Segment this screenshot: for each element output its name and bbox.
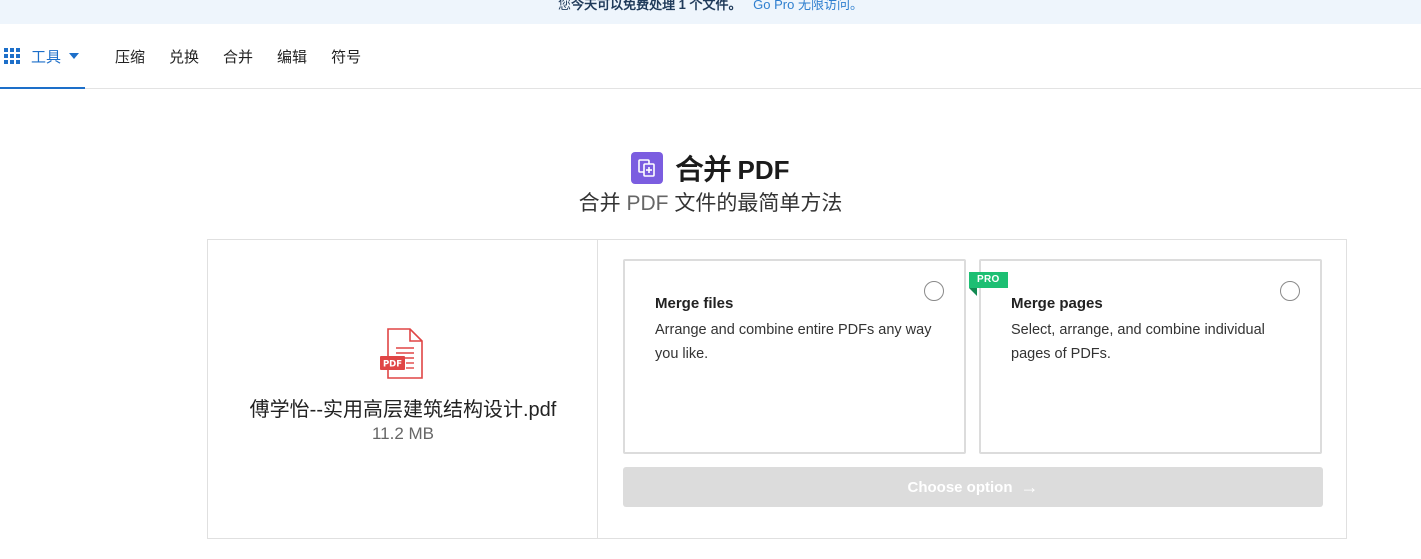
- go-pro-link[interactable]: Go Pro 无限访问。: [753, 0, 863, 12]
- apps-grid-icon: [4, 48, 20, 64]
- nav-item-compress[interactable]: 压缩: [103, 46, 157, 67]
- top-banner: 您今天可以免费处理 1 个文件。 Go Pro 无限访问。: [0, 0, 1421, 24]
- nav-item-sign[interactable]: 符号: [319, 46, 373, 67]
- page-subtitle: 合并 PDF 文件的最简单方法: [578, 192, 843, 215]
- pdf-file-icon: PDF: [380, 328, 424, 380]
- title-text: 合并 PDF: [675, 154, 790, 185]
- choose-option-label: Choose option: [907, 478, 1013, 496]
- file-name: 傅学怡--实用高层建筑结构设计.pdf: [249, 399, 557, 421]
- merge-pages-description: Select, arrange, and combine individual …: [1011, 322, 1265, 362]
- page-title: 合并 PDF: [0, 148, 1421, 188]
- nav-item-merge[interactable]: 合并: [211, 46, 265, 67]
- tools-menu[interactable]: 工具: [0, 24, 85, 89]
- choose-option-button[interactable]: Choose option →: [623, 467, 1323, 507]
- merge-files-radio[interactable]: [924, 281, 944, 301]
- caret-down-icon: [69, 53, 80, 59]
- merge-pages-title: Merge pages: [1011, 295, 1103, 312]
- merge-pages-radio[interactable]: [1280, 281, 1300, 301]
- pro-badge: PRO: [969, 272, 1008, 296]
- merge-files-title: Merge files: [655, 295, 734, 312]
- banner-text: 您今天可以免费处理 1 个文件。: [558, 0, 742, 12]
- merge-files-description: Arrange and combine entire PDFs any way …: [655, 322, 932, 362]
- file-panel: PDF 傅学怡--实用高层建筑结构设计.pdf 11.2 MB: [208, 240, 598, 538]
- option-merge-pages[interactable]: PRO Merge pages Select, arrange, and com…: [969, 259, 1322, 454]
- merge-card: PDF 傅学怡--实用高层建筑结构设计.pdf 11.2 MB Merge fi…: [207, 239, 1347, 539]
- nav-item-convert[interactable]: 兑换: [157, 46, 211, 67]
- option-merge-files[interactable]: Merge files Arrange and combine entire P…: [623, 259, 966, 454]
- nav-item-edit[interactable]: 编辑: [265, 46, 319, 67]
- merge-pdf-icon: [631, 152, 664, 184]
- pdf-label: PDF: [383, 360, 402, 370]
- top-nav: 工具 压缩 兑换 合并 编辑 符号: [0, 24, 1421, 89]
- tools-label: 工具: [31, 48, 62, 66]
- file-size: 11.2 MB: [371, 424, 435, 443]
- arrow-right-icon: →: [1020, 476, 1039, 497]
